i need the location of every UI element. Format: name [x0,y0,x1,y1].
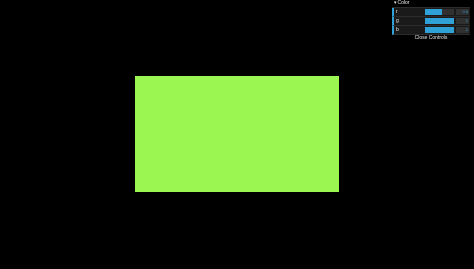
number-input-g[interactable]: 1 [456,18,469,24]
folder-title-label: Color [397,0,410,6]
controls-panel: ▾Color r 0.6 g 1 b 1 Close Controls [392,0,470,42]
control-row-r: r 0.6 [392,8,470,17]
control-row-b: b 1 [392,26,470,35]
slider-g[interactable] [425,18,454,24]
control-label-g: g [396,18,399,24]
folder-arrow-icon: ▾ [394,0,397,6]
number-input-r[interactable]: 0.6 [456,9,469,15]
slider-b[interactable] [425,27,454,33]
folder-color-title[interactable]: ▾Color [392,0,470,8]
number-input-b[interactable]: 1 [456,27,469,33]
control-row-g: g 1 [392,17,470,26]
slider-fill-r [425,9,443,15]
slider-r[interactable] [425,9,454,15]
slider-fill-b [425,27,454,33]
control-label-r: r [396,9,398,15]
close-controls-button[interactable]: Close Controls [392,35,470,42]
slider-fill-g [425,18,454,24]
colored-rectangle [135,76,339,192]
control-label-b: b [396,27,399,33]
